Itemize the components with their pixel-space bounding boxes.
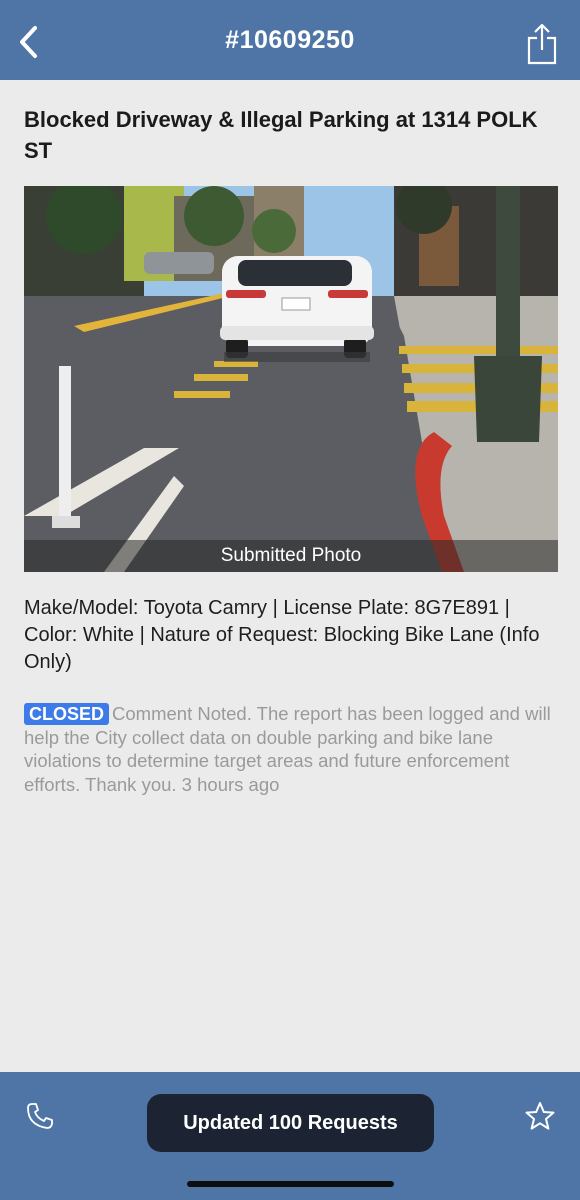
home-indicator (187, 1181, 394, 1187)
report-title: Blocked Driveway & Illegal Parking at 13… (24, 107, 538, 163)
phone-icon (27, 1103, 53, 1129)
top-navigation-bar: #10609250 (0, 0, 580, 80)
page-title: #10609250 (225, 25, 355, 54)
submitted-photo[interactable]: Submitted Photo (24, 186, 558, 572)
request-details: Make/Model: Toyota Camry | License Plate… (24, 597, 540, 673)
share-button[interactable] (522, 20, 562, 68)
report-content: Blocked Driveway & Illegal Parking at 13… (0, 80, 580, 1072)
update-toast: Updated 100 Requests (147, 1094, 434, 1152)
call-button[interactable] (20, 1096, 60, 1136)
bottom-toolbar: Updated 100 Requests (0, 1072, 580, 1200)
photo-caption: Submitted Photo (24, 540, 558, 572)
street-scene-image (24, 186, 558, 572)
status-badge: CLOSED (24, 703, 110, 725)
share-icon (527, 23, 557, 65)
star-icon (525, 1102, 555, 1130)
favorite-button[interactable] (520, 1096, 560, 1136)
status-comment-block: CLOSED Comment Noted. The report has been… (24, 702, 554, 796)
back-button[interactable] (8, 20, 48, 64)
chevron-left-icon (20, 26, 37, 58)
